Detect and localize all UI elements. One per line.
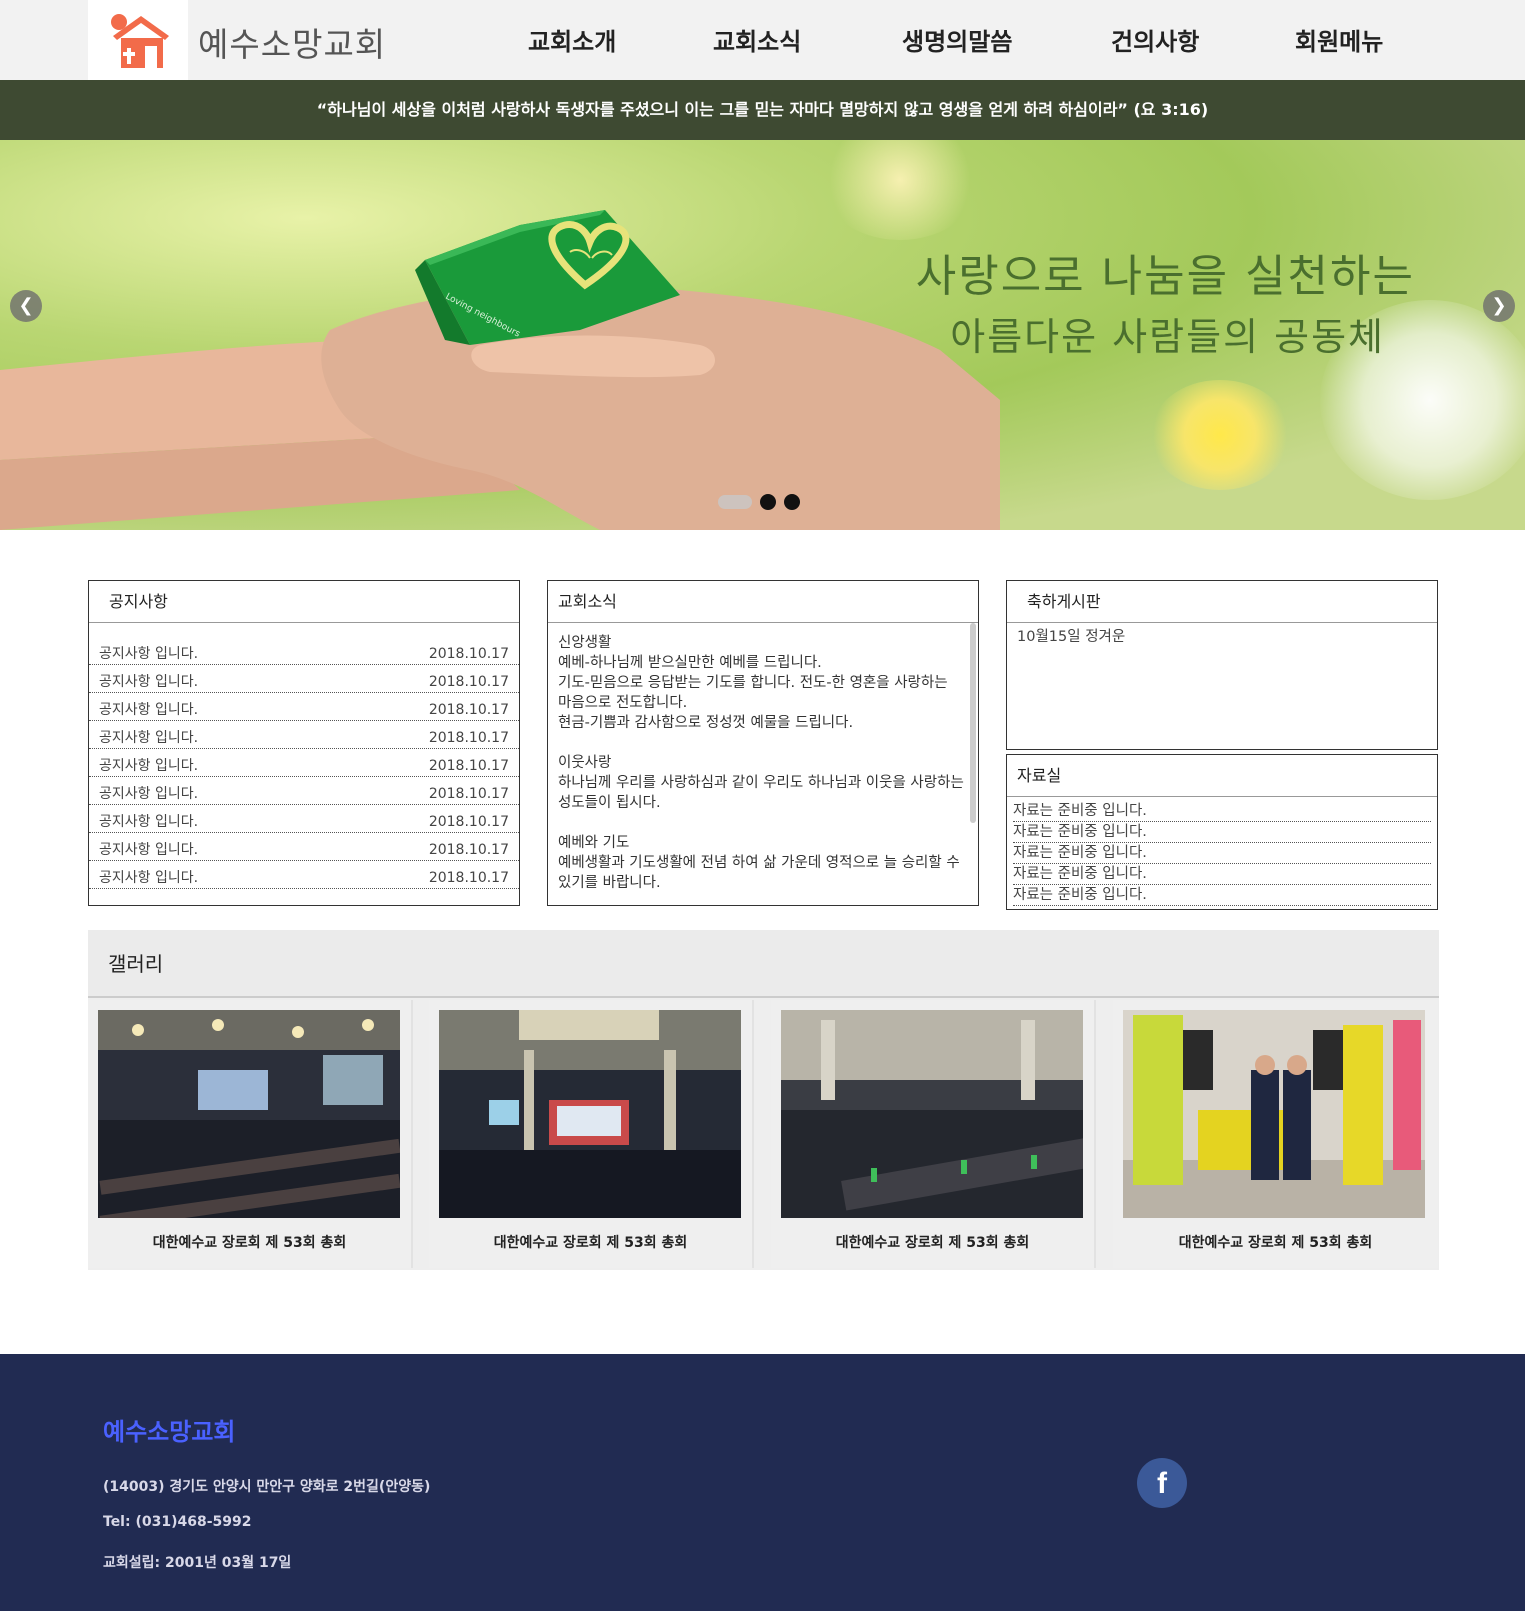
facebook-icon[interactable]: f [1137,1458,1187,1508]
gallery-item[interactable]: 대한예수교 장로회 제 53회 총회 [429,1000,754,1268]
notice-row-date: 2018.10.17 [428,758,509,774]
notice-title[interactable]: 공지사항 [89,581,519,623]
notice-row-date: 2018.10.17 [428,730,509,746]
news-line: 신앙생활 [558,635,612,651]
notice-row[interactable]: 공지사항 입니다. 2018.10.17 [89,777,519,805]
news-scrollbar[interactable] [970,623,976,823]
slider-indicators [718,494,800,510]
gallery-photo-1[interactable] [98,1010,400,1218]
notice-row[interactable]: 공지사항 입니다. 2018.10.17 [89,861,519,889]
nav-member-menu[interactable]: 회원메뉴 [1295,22,1383,57]
notice-row-title[interactable]: 공지사항 입니다. [99,777,198,804]
archive-panel: 자료실 자료는 준비중 입니다. 자료는 준비중 입니다. 자료는 준비중 입니다.… [1006,754,1438,910]
archive-title[interactable]: 자료실 [1007,755,1437,797]
gallery-item[interactable]: 대한예수교 장로회 제 53회 총회 [1113,1000,1438,1268]
notice-row[interactable]: 공지사항 입니다. 2018.10.17 [89,637,519,665]
notice-row-title[interactable]: 공지사항 입니다. [99,749,198,776]
notice-row-title[interactable]: 공지사항 입니다. [99,665,198,692]
notice-row-date: 2018.10.17 [428,870,509,886]
gallery-caption[interactable]: 대한예수교 장로회 제 53회 총회 [429,1232,752,1252]
header: 예수소망교회 교회소개 교회소식 생명의말씀 건의사항 회원메뉴 [0,0,1525,80]
slide-caption: 사랑으로 나눔을 실천하는 아름다운 사람들의 공동체 [916,240,1415,361]
chevron-right-icon: ❯ [1491,295,1507,316]
news-line: 이웃사랑 [558,755,612,771]
gallery-photo-4[interactable] [1123,1010,1425,1218]
archive-row[interactable]: 자료는 준비중 입니다. [1013,885,1431,906]
notice-row[interactable]: 공지사항 입니다. 2018.10.17 [89,665,519,693]
notice-row-title[interactable]: 공지사항 입니다. [99,721,198,748]
archive-row[interactable]: 자료는 준비중 입니다. [1013,822,1431,843]
gallery-title[interactable]: 갤러리 [88,930,1439,998]
notice-row[interactable]: 공지사항 입니다. 2018.10.17 [89,833,519,861]
news-line: 예베-하나님께 받으실만한 예베를 드립니다. [558,655,822,671]
celebration-panel: 축하게시판 10월15일 정겨운 [1006,580,1438,750]
celebration-title[interactable]: 축하게시판 [1007,581,1437,623]
notice-row-date: 2018.10.17 [428,674,509,690]
gallery-section: 갤러리 대한예수교 장로회 제 53회 총회 대한예수교 장로회 제 53회 총… [88,930,1439,1270]
slider-dot-3[interactable] [784,494,800,510]
hero-slider: Loving neighbours 사랑으로 나눔을 실천하는 아름다운 사람들… [0,140,1525,530]
nav-suggestions[interactable]: 건의사항 [1111,22,1199,57]
notice-panel: 공지사항 공지사항 입니다. 2018.10.17 공지사항 입니다. 2018.10… [88,580,520,906]
news-line: 기도-믿음으로 응답받는 기도를 합니다. 전도-한 영혼을 사랑하는 마음으로… [558,675,948,711]
slider-dot-2[interactable] [760,494,776,510]
notice-row[interactable]: 공지사항 입니다. 2018.10.17 [89,693,519,721]
gallery-caption[interactable]: 대한예수교 장로회 제 53회 총회 [771,1232,1094,1252]
gallery-photo-3[interactable] [781,1010,1083,1218]
gallery-item[interactable]: 대한예수교 장로회 제 53회 총회 [771,1000,1096,1268]
notice-row-title[interactable]: 공지사항 입니다. [99,637,198,664]
notice-row-title[interactable]: 공지사항 입니다. [99,805,198,832]
archive-row[interactable]: 자료는 준비중 입니다. [1013,843,1431,864]
notice-row[interactable]: 공지사항 입니다. 2018.10.17 [89,721,519,749]
slide-caption-line2: 아름다운 사람들의 공동체 [950,315,1385,359]
celebration-entry[interactable]: 10월15일 정겨운 [1007,623,1437,648]
footer-founded: 교회설립: 2001년 03월 17일 [103,1555,292,1571]
archive-list: 자료는 준비중 입니다. 자료는 준비중 입니다. 자료는 준비중 입니다. 자료는 … [1007,797,1437,906]
page: 예수소망교회 교회소개 교회소식 생명의말씀 건의사항 회원메뉴 “하나님이 세… [0,0,1525,1611]
slider-prev-button[interactable]: ❮ [10,290,42,322]
footer-title: 예수소망교회 [103,1418,236,1446]
nav-church-news[interactable]: 교회소식 [713,22,801,57]
news-line: 예베생활과 기도생활에 전념 하여 삶 가운데 영적으로 늘 승리할 수 있기를… [558,855,960,891]
church-news-panel: 교회소식 신앙생활예베-하나님께 받으실만한 예베를 드립니다. 기도-믿음으로 … [547,580,979,906]
chevron-left-icon: ❮ [18,295,34,316]
main-nav: 교회소개 교회소식 생명의말씀 건의사항 회원메뉴 [0,22,1525,62]
notice-row-date: 2018.10.17 [428,842,509,858]
slide-caption-line1: 사랑으로 나눔을 실천하는 [915,251,1415,302]
notice-row[interactable]: 공지사항 입니다. 2018.10.17 [89,805,519,833]
footer-tel: Tel: (031)468-5992 [103,1514,252,1530]
archive-row[interactable]: 자료는 준비중 입니다. [1013,801,1431,822]
news-line [558,813,964,833]
nav-church-intro[interactable]: 교회소개 [528,22,616,57]
slider-dot-1[interactable] [718,495,752,509]
nav-word-of-life[interactable]: 생명의말씀 [902,22,1012,57]
notice-row-title[interactable]: 공지사항 입니다. [99,833,198,860]
gallery-caption[interactable]: 대한예수교 장로회 제 53회 총회 [88,1232,411,1252]
church-news-body: 신앙생활예베-하나님께 받으실만한 예베를 드립니다. 기도-믿음으로 응답받는 … [548,623,978,903]
notice-row-date: 2018.10.17 [428,646,509,662]
footer-address: (14003) 경기도 안양시 만안구 양화로 2번길(안양동) [103,1479,431,1495]
church-news-title[interactable]: 교회소식 [548,581,978,623]
slider-next-button[interactable]: ❯ [1483,290,1515,322]
news-line [558,733,964,753]
notice-row-date: 2018.10.17 [428,702,509,718]
news-line: 현금-기쁨과 감사함으로 정성껏 예물을 드립니다. [558,715,854,731]
notice-list: 공지사항 입니다. 2018.10.17 공지사항 입니다. 2018.10.17 공지… [89,623,519,889]
notice-row[interactable]: 공지사항 입니다. 2018.10.17 [89,749,519,777]
notice-row-date: 2018.10.17 [428,786,509,802]
gallery-item[interactable]: 대한예수교 장로회 제 53회 총회 [88,1000,413,1268]
notice-row-date: 2018.10.17 [428,814,509,830]
footer: 예수소망교회 (14003) 경기도 안양시 만안구 양화로 2번길(안양동) … [0,1354,1525,1611]
notice-row-title[interactable]: 공지사항 입니다. [99,693,198,720]
news-line: 하나님께 우리를 사랑하심과 같이 우리도 하나님과 이웃을 사랑하는 성도들이… [558,775,964,811]
gallery-photo-2[interactable] [439,1010,741,1218]
archive-row[interactable]: 자료는 준비중 입니다. [1013,864,1431,885]
gallery-caption[interactable]: 대한예수교 장로회 제 53회 총회 [1113,1232,1438,1252]
news-line: 예베와 기도 [558,835,630,851]
notice-row-title[interactable]: 공지사항 입니다. [99,861,198,888]
bible-verse-bar: “하나님이 세상을 이처럼 사랑하사 독생자를 주셨으니 이는 그를 믿는 자마… [0,80,1525,140]
